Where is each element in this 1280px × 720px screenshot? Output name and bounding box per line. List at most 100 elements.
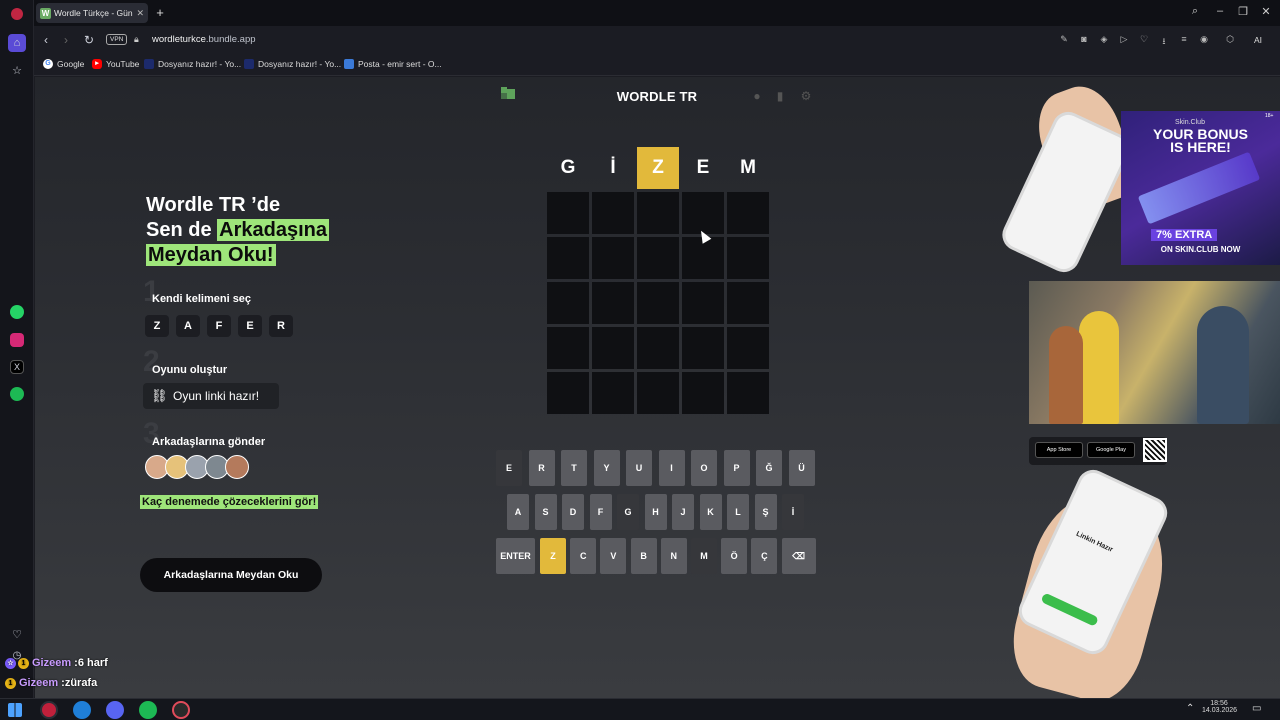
heart-icon[interactable]: ♡	[8, 625, 26, 643]
key-o[interactable]: O	[691, 450, 717, 486]
bookmark-youtube[interactable]: ▸ YouTube	[92, 59, 139, 69]
person-figure	[1079, 311, 1119, 424]
bookmark-google[interactable]: G Google	[43, 59, 84, 69]
key-r[interactable]: R	[528, 450, 555, 486]
stats-icon[interactable]: ▮	[774, 90, 786, 102]
back-icon[interactable]: ‹	[38, 32, 54, 48]
key-c[interactable]: C	[570, 538, 597, 574]
key-f[interactable]: F	[589, 494, 612, 530]
wordle-logo-icon[interactable]	[501, 87, 517, 101]
vpn-badge[interactable]: VPN	[106, 34, 128, 45]
key-v[interactable]: V	[600, 538, 627, 574]
browser-sidebar: ⌂ ☆ X ♡ ◷	[0, 0, 34, 698]
backspace-key-icon[interactable]: ⌫	[781, 538, 816, 574]
board-cell	[592, 327, 634, 369]
key-ş[interactable]: Ş	[754, 494, 777, 530]
board-cell	[547, 372, 589, 414]
link-icon: ⛓	[151, 388, 168, 403]
profile-icon[interactable]: ◉	[1198, 34, 1210, 45]
play-icon[interactable]: ▷	[1118, 34, 1130, 45]
whatsapp-icon[interactable]	[10, 305, 24, 319]
new-tab-button[interactable]: +	[152, 5, 168, 21]
search-tabs-icon[interactable]: ⌕	[1185, 5, 1205, 18]
x-twitter-icon[interactable]: X	[10, 360, 24, 374]
camera-icon[interactable]: ◙	[1078, 34, 1090, 44]
heart-toolbar-icon[interactable]: ♡	[1138, 34, 1150, 45]
opera-taskbar-icon[interactable]	[40, 701, 58, 719]
key-a[interactable]: A	[507, 494, 529, 530]
board-cell	[727, 237, 769, 279]
star-icon[interactable]: ☆	[8, 61, 26, 79]
key-p[interactable]: P	[723, 450, 750, 486]
googleplay-badge[interactable]: Google Play	[1087, 442, 1135, 458]
bookmark-dosyaniz-1[interactable]: Dosyanız hazır! - Yo...	[144, 59, 241, 69]
key-ç[interactable]: Ç	[751, 538, 778, 574]
spotify-taskbar-icon[interactable]	[139, 701, 157, 719]
key-h[interactable]: H	[644, 494, 667, 530]
bookmark-dosyaniz-2[interactable]: Dosyanız hazır! - Yo...	[244, 59, 341, 69]
key-u[interactable]: U	[626, 450, 652, 486]
skinclub-ad[interactable]: 18+ Skin.Club YOUR BONUS IS HERE! 7% EXTR…	[1121, 111, 1280, 265]
key-z[interactable]: Z	[540, 538, 566, 574]
key-i̇[interactable]: İ	[782, 494, 804, 530]
instagram-icon[interactable]	[10, 333, 24, 347]
extensions-icon[interactable]: ⬡	[1224, 34, 1236, 45]
enter-key[interactable]: ENTER	[496, 538, 535, 574]
key-ğ[interactable]: Ğ	[756, 450, 782, 486]
bookmarks-bar: G Google ▸ YouTube Dosyanız hazır! - Yo...…	[34, 54, 1280, 76]
ad-age-badge: 18+	[1265, 113, 1274, 119]
ai-button[interactable]: AI	[1254, 32, 1280, 48]
ad-headline: YOUR BONUS IS HERE!	[1121, 127, 1280, 154]
key-l[interactable]: L	[727, 494, 749, 530]
key-s[interactable]: S	[534, 494, 557, 530]
key-y[interactable]: Y	[593, 450, 620, 486]
close-window-icon[interactable]: ✕	[1256, 5, 1276, 18]
key-m[interactable]: M	[691, 538, 717, 574]
key-t[interactable]: T	[561, 450, 587, 486]
shield-icon[interactable]: ◈	[1098, 34, 1110, 45]
key-n[interactable]: N	[660, 538, 687, 574]
challenge-friends-button[interactable]: Arkadaşlarına Meydan Oku	[140, 558, 322, 592]
key-e[interactable]: E	[496, 450, 522, 486]
key-ö[interactable]: Ö	[721, 538, 748, 574]
opera-logo-icon[interactable]	[11, 8, 23, 20]
key-g[interactable]: G	[617, 494, 639, 530]
key-i[interactable]: I	[658, 450, 685, 486]
clock[interactable]: 18:56 14.03.2026	[1202, 700, 1237, 714]
board-cell	[682, 192, 724, 234]
key-d[interactable]: D	[562, 494, 584, 530]
game-link-ready-pill: ⛓ Oyun linki hazır!	[143, 383, 279, 409]
key-b[interactable]: B	[630, 538, 657, 574]
key-ü[interactable]: Ü	[788, 450, 815, 486]
close-tab-icon[interactable]: ✕	[136, 8, 144, 19]
settings-gear-icon[interactable]: ⚙	[800, 90, 812, 102]
windows-start-icon[interactable]	[8, 703, 22, 717]
info-icon[interactable]: ●	[751, 90, 763, 102]
forward-icon[interactable]: ›	[58, 32, 74, 48]
restore-icon[interactable]: ❐	[1233, 5, 1253, 18]
key-k[interactable]: K	[699, 494, 722, 530]
lock-icon[interactable]: 🔒︎	[134, 34, 139, 45]
spotify-icon[interactable]	[10, 387, 24, 401]
discord-taskbar-icon[interactable]	[106, 701, 124, 719]
active-tab[interactable]: W Wordle Türkçe - Günlük K ✕	[36, 3, 148, 23]
key-j[interactable]: J	[672, 494, 694, 530]
notifications-icon[interactable]: ▭	[1252, 703, 1261, 714]
edge-taskbar-icon[interactable]	[73, 701, 91, 719]
bookmark-posta[interactable]: Posta - emir sert - O...	[344, 59, 442, 69]
minimize-icon[interactable]: –	[1210, 5, 1230, 17]
ad-video-thumbnail[interactable]	[1029, 281, 1280, 424]
url-field[interactable]: wordleturkce.bundle.app	[152, 34, 256, 45]
app-taskbar-icon[interactable]	[172, 701, 190, 719]
reload-icon[interactable]: ↻	[81, 32, 97, 48]
home-icon[interactable]: ⌂	[8, 34, 26, 52]
edit-icon[interactable]: ✎	[1058, 34, 1070, 45]
tray-chevron-icon[interactable]: ⌃	[1186, 703, 1194, 714]
menu-icon[interactable]: ≡	[1178, 34, 1190, 44]
chat-badge-icon: 1	[18, 657, 29, 669]
download-icon[interactable]: ⭳	[1158, 34, 1170, 50]
appstore-badge[interactable]: App Store	[1035, 442, 1083, 458]
ad-extra: 7% EXTRA	[1151, 229, 1218, 241]
promo-line3-highlight: Meydan Oku!	[146, 244, 276, 266]
ai-label: AI	[1254, 35, 1263, 45]
